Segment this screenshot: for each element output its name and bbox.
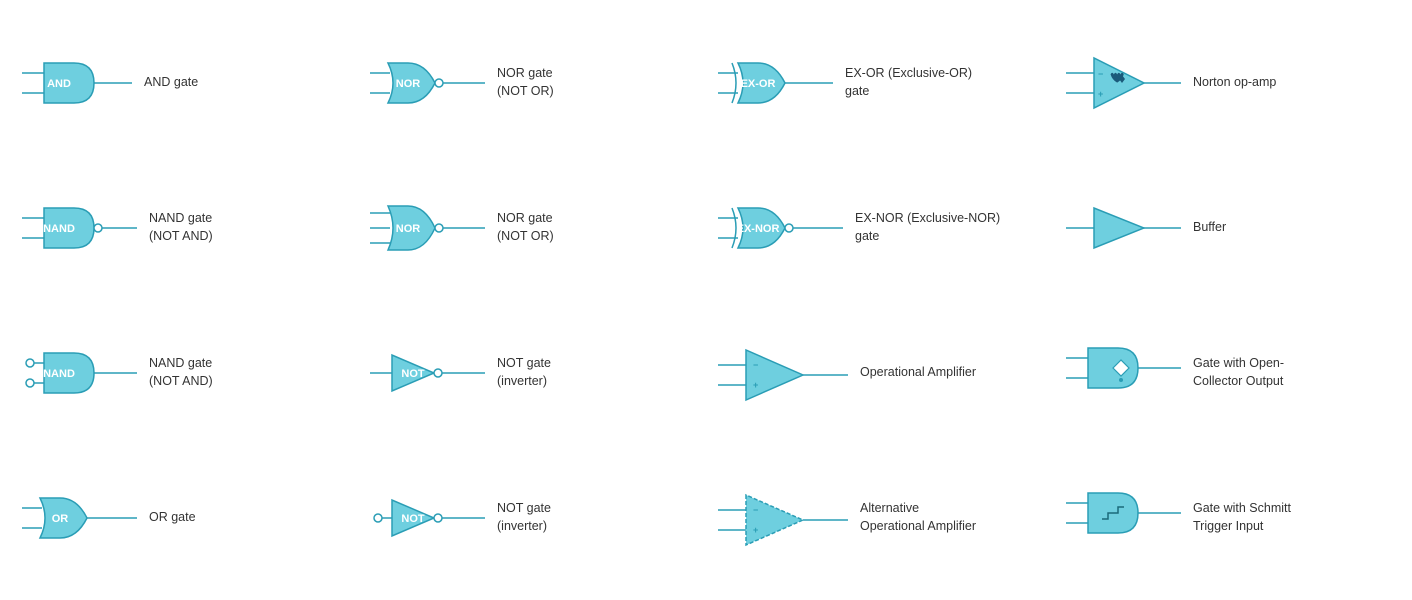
nor-gate-1-label: NOR gate(NOT OR)	[497, 65, 554, 100]
svg-text:EX-OR: EX-OR	[741, 78, 776, 90]
norton-opamp-symbol: − +	[1066, 48, 1181, 118]
buffer-label: Buffer	[1193, 219, 1226, 237]
cell-exnor-gate: EX-NOR EX-NOR (Exclusive-NOR)gate	[706, 155, 1054, 300]
exor-gate-label: EX-OR (Exclusive-OR)gate	[845, 65, 972, 100]
svg-text:NAND: NAND	[43, 223, 75, 235]
svg-text:+: +	[1098, 89, 1103, 99]
svg-text:+: +	[753, 380, 758, 390]
cell-nor-gate-1: NOR NOR gate(NOT OR)	[358, 10, 706, 155]
not-gate-2-label: NOT gate(inverter)	[497, 500, 551, 535]
or-gate-label: OR gate	[149, 509, 196, 527]
svg-text:EX-NOR: EX-NOR	[737, 223, 780, 235]
cell-not-gate-1: NOT NOT gate(inverter)	[358, 300, 706, 445]
cell-schmitt: Gate with SchmittTrigger Input	[1054, 445, 1402, 590]
cell-nor-gate-2: NOR NOR gate(NOT OR)	[358, 155, 706, 300]
or-gate-symbol: OR	[22, 488, 137, 548]
exnor-gate-label: EX-NOR (Exclusive-NOR)gate	[855, 210, 1000, 245]
schmitt-symbol	[1066, 483, 1181, 553]
cell-alt-opamp: − + AlternativeOperational Amplifier	[706, 445, 1054, 590]
opamp-label: Operational Amplifier	[860, 364, 976, 382]
nand-gate-2-label: NAND gate(NOT AND)	[149, 355, 213, 390]
svg-text:NOT: NOT	[401, 513, 425, 525]
cell-nand-gate-2: NAND NAND gate(NOT AND)	[10, 300, 358, 445]
open-collector-symbol	[1066, 338, 1181, 408]
cell-or-gate: OR OR gate	[10, 445, 358, 590]
cell-exor-gate: EX-OR EX-OR (Exclusive-OR)gate	[706, 10, 1054, 155]
cell-not-gate-2: NOT NOT gate(inverter)	[358, 445, 706, 590]
cell-norton-opamp: − + Norton op-amp	[1054, 10, 1402, 155]
norton-opamp-label: Norton op-amp	[1193, 74, 1276, 92]
svg-text:NAND: NAND	[43, 368, 75, 380]
svg-text:−: −	[1098, 69, 1103, 79]
and-gate-symbol: AND	[22, 53, 132, 113]
svg-text:OR: OR	[52, 513, 69, 525]
and-gate-label: AND gate	[144, 74, 198, 92]
main-grid: AND AND gate NOR NOR gate(NOT OR)	[0, 0, 1412, 600]
schmitt-label: Gate with SchmittTrigger Input	[1193, 500, 1291, 535]
not-gate-1-label: NOT gate(inverter)	[497, 355, 551, 390]
svg-text:−: −	[753, 505, 758, 515]
svg-text:NOT: NOT	[401, 368, 425, 380]
cell-nand-gate-1: NAND NAND gate(NOT AND)	[10, 155, 358, 300]
exnor-gate-symbol: EX-NOR	[718, 198, 843, 258]
nand-gate-2-symbol: NAND	[22, 343, 137, 403]
not-gate-1-symbol: NOT	[370, 343, 485, 403]
cell-opamp: − + Operational Amplifier	[706, 300, 1054, 445]
nor-gate-2-symbol: NOR	[370, 198, 485, 258]
svg-text:NOR: NOR	[396, 78, 421, 90]
alt-opamp-label: AlternativeOperational Amplifier	[860, 500, 976, 535]
svg-text:+: +	[753, 525, 758, 535]
nor-gate-1-symbol: NOR	[370, 53, 485, 113]
buffer-symbol	[1066, 198, 1181, 258]
opamp-symbol: − +	[718, 340, 848, 405]
svg-text:AND: AND	[47, 78, 71, 90]
cell-buffer: Buffer	[1054, 155, 1402, 300]
nand-gate-1-label: NAND gate(NOT AND)	[149, 210, 213, 245]
svg-text:NOR: NOR	[396, 223, 421, 235]
not-gate-2-symbol: NOT	[370, 488, 485, 548]
alt-opamp-symbol: − +	[718, 485, 848, 550]
cell-open-collector: Gate with Open-Collector Output	[1054, 300, 1402, 445]
nor-gate-2-label: NOR gate(NOT OR)	[497, 210, 554, 245]
open-collector-label: Gate with Open-Collector Output	[1193, 355, 1284, 390]
nand-gate-1-symbol: NAND	[22, 198, 137, 258]
cell-and-gate: AND AND gate	[10, 10, 358, 155]
svg-text:−: −	[753, 360, 758, 370]
exor-gate-symbol: EX-OR	[718, 53, 833, 113]
